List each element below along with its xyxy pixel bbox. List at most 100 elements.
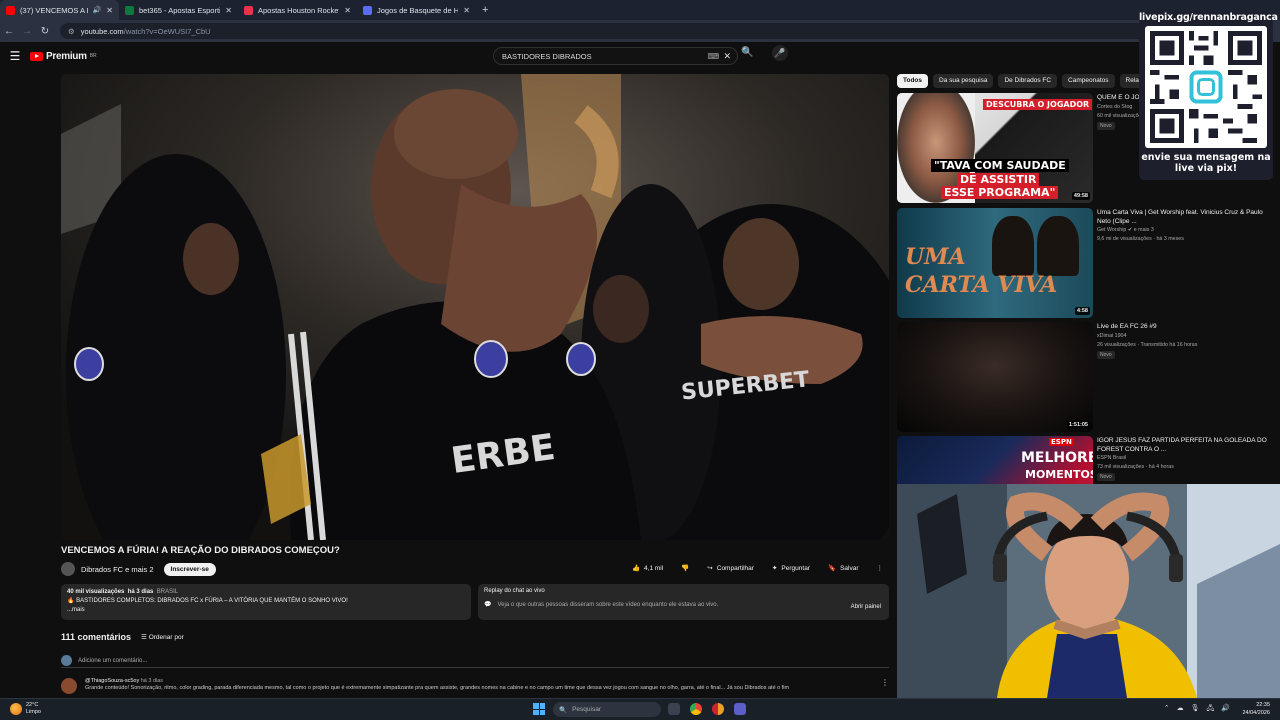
chip-dibrados[interactable]: De Dibrados FC bbox=[998, 74, 1058, 88]
recommendation-item[interactable]: 1:51:05 Live de EA FC 26 #9 xDimai 1904 … bbox=[897, 322, 1277, 432]
save-button[interactable]: 🔖 Salvar bbox=[822, 561, 865, 575]
rec-title: Live de EA FC 26 #9 bbox=[1097, 323, 1157, 330]
microphone-icon[interactable]: 🎤 bbox=[772, 45, 788, 61]
rec-channel[interactable]: ESPN Brasil bbox=[1097, 454, 1272, 463]
video-thumbnail[interactable]: ESPN MELHORES MOMENTOS bbox=[897, 436, 1093, 484]
clock-date: 24/04/2026 bbox=[1242, 710, 1270, 716]
duration-badge: 4:58 bbox=[1074, 307, 1090, 315]
basketball-favicon-icon bbox=[363, 5, 372, 15]
thumb-text: UMA bbox=[905, 244, 966, 270]
close-tab-icon[interactable]: ✕ bbox=[106, 6, 113, 15]
task-view-icon[interactable] bbox=[668, 703, 680, 715]
sort-icon: ☰ bbox=[141, 634, 147, 641]
new-badge: Novo bbox=[1097, 473, 1115, 481]
tab-label: Jogos de Basquete de Hoje e F bbox=[377, 5, 459, 15]
weather-sun-icon bbox=[10, 703, 22, 715]
taskbar-search[interactable]: 🔍 Pesquisar bbox=[553, 702, 661, 717]
like-button[interactable]: 👍 4,1 mil bbox=[626, 561, 669, 575]
close-tab-icon[interactable]: ✕ bbox=[225, 6, 232, 15]
reload-icon[interactable]: ↻ bbox=[36, 26, 54, 37]
address-bar-row: ← → ↻ ⚙ youtube.com/watch?v=OeWUSI7_CbU bbox=[0, 20, 1280, 42]
windows-taskbar: 22°C Limpo 🔍 Pesquisar ⌃ ☁ 🎙 🖧 🔊 22:35 24… bbox=[0, 698, 1280, 720]
rec-channel[interactable]: Get Worship ✔ e mais 3 bbox=[1097, 226, 1272, 235]
like-count: 4,1 mil bbox=[644, 564, 664, 572]
mic-icon[interactable]: 🎙 bbox=[1191, 704, 1200, 715]
comment-menu-icon[interactable]: ⋮ bbox=[881, 678, 889, 698]
add-comment-field[interactable]: Adicione um comentário... bbox=[61, 654, 889, 668]
chip-todos[interactable]: Todos bbox=[897, 74, 929, 88]
browser-tab-houston[interactable]: Apostas Houston Rockets x Los ✕ bbox=[238, 0, 357, 20]
youtube-premium-logo[interactable]: Premium BR bbox=[30, 51, 97, 62]
volume-icon[interactable]: 🔊 bbox=[1221, 704, 1230, 715]
subscribe-button[interactable]: Inscrever-se bbox=[163, 562, 216, 576]
show-more-link[interactable]: ...mais bbox=[67, 606, 465, 615]
browser-tab-basquete[interactable]: Jogos de Basquete de Hoje e F ✕ bbox=[357, 0, 476, 20]
comment-author-avatar[interactable] bbox=[61, 678, 77, 694]
logo-text: Premium bbox=[46, 50, 87, 62]
back-icon[interactable]: ← bbox=[0, 26, 18, 37]
network-icon[interactable]: 🖧 bbox=[1206, 704, 1214, 715]
close-tab-icon[interactable]: ✕ bbox=[344, 6, 351, 15]
video-thumbnail[interactable]: 1:51:05 bbox=[897, 322, 1093, 432]
sort-button[interactable]: ☰ Ordenar por bbox=[141, 633, 184, 641]
chrome-icon[interactable] bbox=[690, 703, 702, 715]
chip-campeonatos[interactable]: Campeonatos bbox=[1062, 74, 1115, 88]
more-actions-button[interactable]: ⋮ bbox=[871, 561, 890, 575]
weather-condition: Limpo bbox=[26, 709, 41, 715]
recommendation-item[interactable]: UMA CARTA VIVA 4:58 Uma Carta Viva | Get… bbox=[897, 208, 1277, 318]
rec-title: Uma Carta Viva | Get Worship feat. Vinic… bbox=[1097, 209, 1263, 225]
description-box[interactable]: 40 mil visualizações há 3 dias BRASIL 🔥 … bbox=[61, 584, 471, 620]
rec-meta: 26 visualizações · Transmitido há 16 hor… bbox=[1097, 341, 1198, 348]
url-host: youtube.com bbox=[80, 26, 124, 36]
weather-widget[interactable]: 22°C Limpo bbox=[10, 702, 41, 716]
hamburger-menu-icon[interactable]: ☰ bbox=[0, 49, 30, 63]
video-title: VENCEMOS A FÚRIA! A REAÇÃO DO DIBRADOS C… bbox=[61, 545, 340, 556]
browser-tab-youtube[interactable]: (37) VENCEMOS A FÚRIA! A 🔊 ✕ bbox=[0, 0, 119, 20]
site-info-icon[interactable]: ⚙ bbox=[68, 27, 75, 36]
upload-age: há 3 dias bbox=[127, 589, 154, 595]
recommendation-item[interactable]: ESPN MELHORES MOMENTOS IGOR JESUS FAZ PA… bbox=[897, 436, 1277, 484]
search-icon[interactable]: 🔍 bbox=[741, 47, 753, 58]
rec-channel[interactable]: xDimai 1904 bbox=[1097, 332, 1272, 341]
description-line: BASTIDORES COMPLETOS: DIBRADOS FC x FÚRI… bbox=[76, 598, 348, 604]
thumbs-down-icon: 👎 bbox=[681, 565, 690, 572]
browser-tab-bet365[interactable]: bet365 - Apostas Esportivas Ol ✕ bbox=[119, 0, 238, 20]
verified-icon: ✔ bbox=[1127, 227, 1133, 233]
system-tray: ⌃ ☁ 🎙 🖧 🔊 bbox=[1164, 704, 1230, 715]
share-button[interactable]: ↪ Compartilhar bbox=[701, 561, 760, 575]
video-player[interactable]: SUPERBET ERBE bbox=[61, 74, 889, 540]
video-thumbnail[interactable]: DESCUBRA O JOGADOR "TAVA COM SAUDADE DE … bbox=[897, 93, 1093, 203]
fire-icon: 🔥 bbox=[67, 598, 75, 604]
clock[interactable]: 22:35 24/04/2026 bbox=[1242, 701, 1270, 717]
livepix-caption: envie sua mensagem na live via pix! bbox=[1139, 152, 1273, 174]
url-field[interactable]: ⚙ youtube.com/watch?v=OeWUSI7_CbU bbox=[60, 23, 1170, 39]
view-count: 40 mil visualizações bbox=[67, 589, 125, 595]
chrome-canary-icon[interactable] bbox=[712, 703, 724, 715]
duration-badge: 49:58 bbox=[1071, 192, 1090, 200]
forward-icon[interactable]: → bbox=[18, 26, 36, 37]
comments-header: 111 comentários ☰ Ordenar por bbox=[61, 632, 184, 642]
new-tab-button[interactable]: + bbox=[482, 4, 488, 16]
livepix-caption-1: envie sua mensagem na bbox=[1141, 152, 1271, 163]
cloud-icon[interactable]: ☁ bbox=[1177, 704, 1184, 715]
dislike-button[interactable]: 👎 bbox=[675, 561, 695, 575]
youtube-favicon-icon bbox=[6, 5, 15, 15]
thumb-person bbox=[992, 216, 1034, 276]
chip-sua-pesquisa[interactable]: Da sua pesquisa bbox=[933, 74, 994, 88]
close-tab-icon[interactable]: ✕ bbox=[463, 6, 470, 15]
webcam-illustration bbox=[897, 484, 1280, 698]
keyboard-icon[interactable]: ⌨ bbox=[707, 52, 719, 61]
open-panel-button[interactable]: Abrir painel bbox=[851, 604, 881, 610]
channel-avatar[interactable] bbox=[61, 562, 75, 576]
youtube-play-icon bbox=[30, 51, 43, 61]
channel-name[interactable]: Dibrados FC e mais 2 bbox=[81, 565, 154, 574]
video-actions: 👍 4,1 mil 👎 ↪ Compartilhar ✦ Perguntar 🔖 Sal… bbox=[626, 561, 889, 575]
clear-search-icon[interactable]: ✕ bbox=[723, 51, 731, 62]
search-input[interactable]: BASTIDORES DIBRADOS ⌨ ✕ bbox=[493, 47, 738, 65]
chevron-up-icon[interactable]: ⌃ bbox=[1164, 704, 1170, 715]
video-thumbnail[interactable]: UMA CARTA VIVA 4:58 bbox=[897, 208, 1093, 318]
windows-start-icon[interactable] bbox=[533, 703, 545, 715]
teams-icon[interactable] bbox=[734, 703, 746, 715]
sort-label: Ordenar por bbox=[148, 634, 184, 641]
ask-button[interactable]: ✦ Perguntar bbox=[766, 561, 816, 575]
